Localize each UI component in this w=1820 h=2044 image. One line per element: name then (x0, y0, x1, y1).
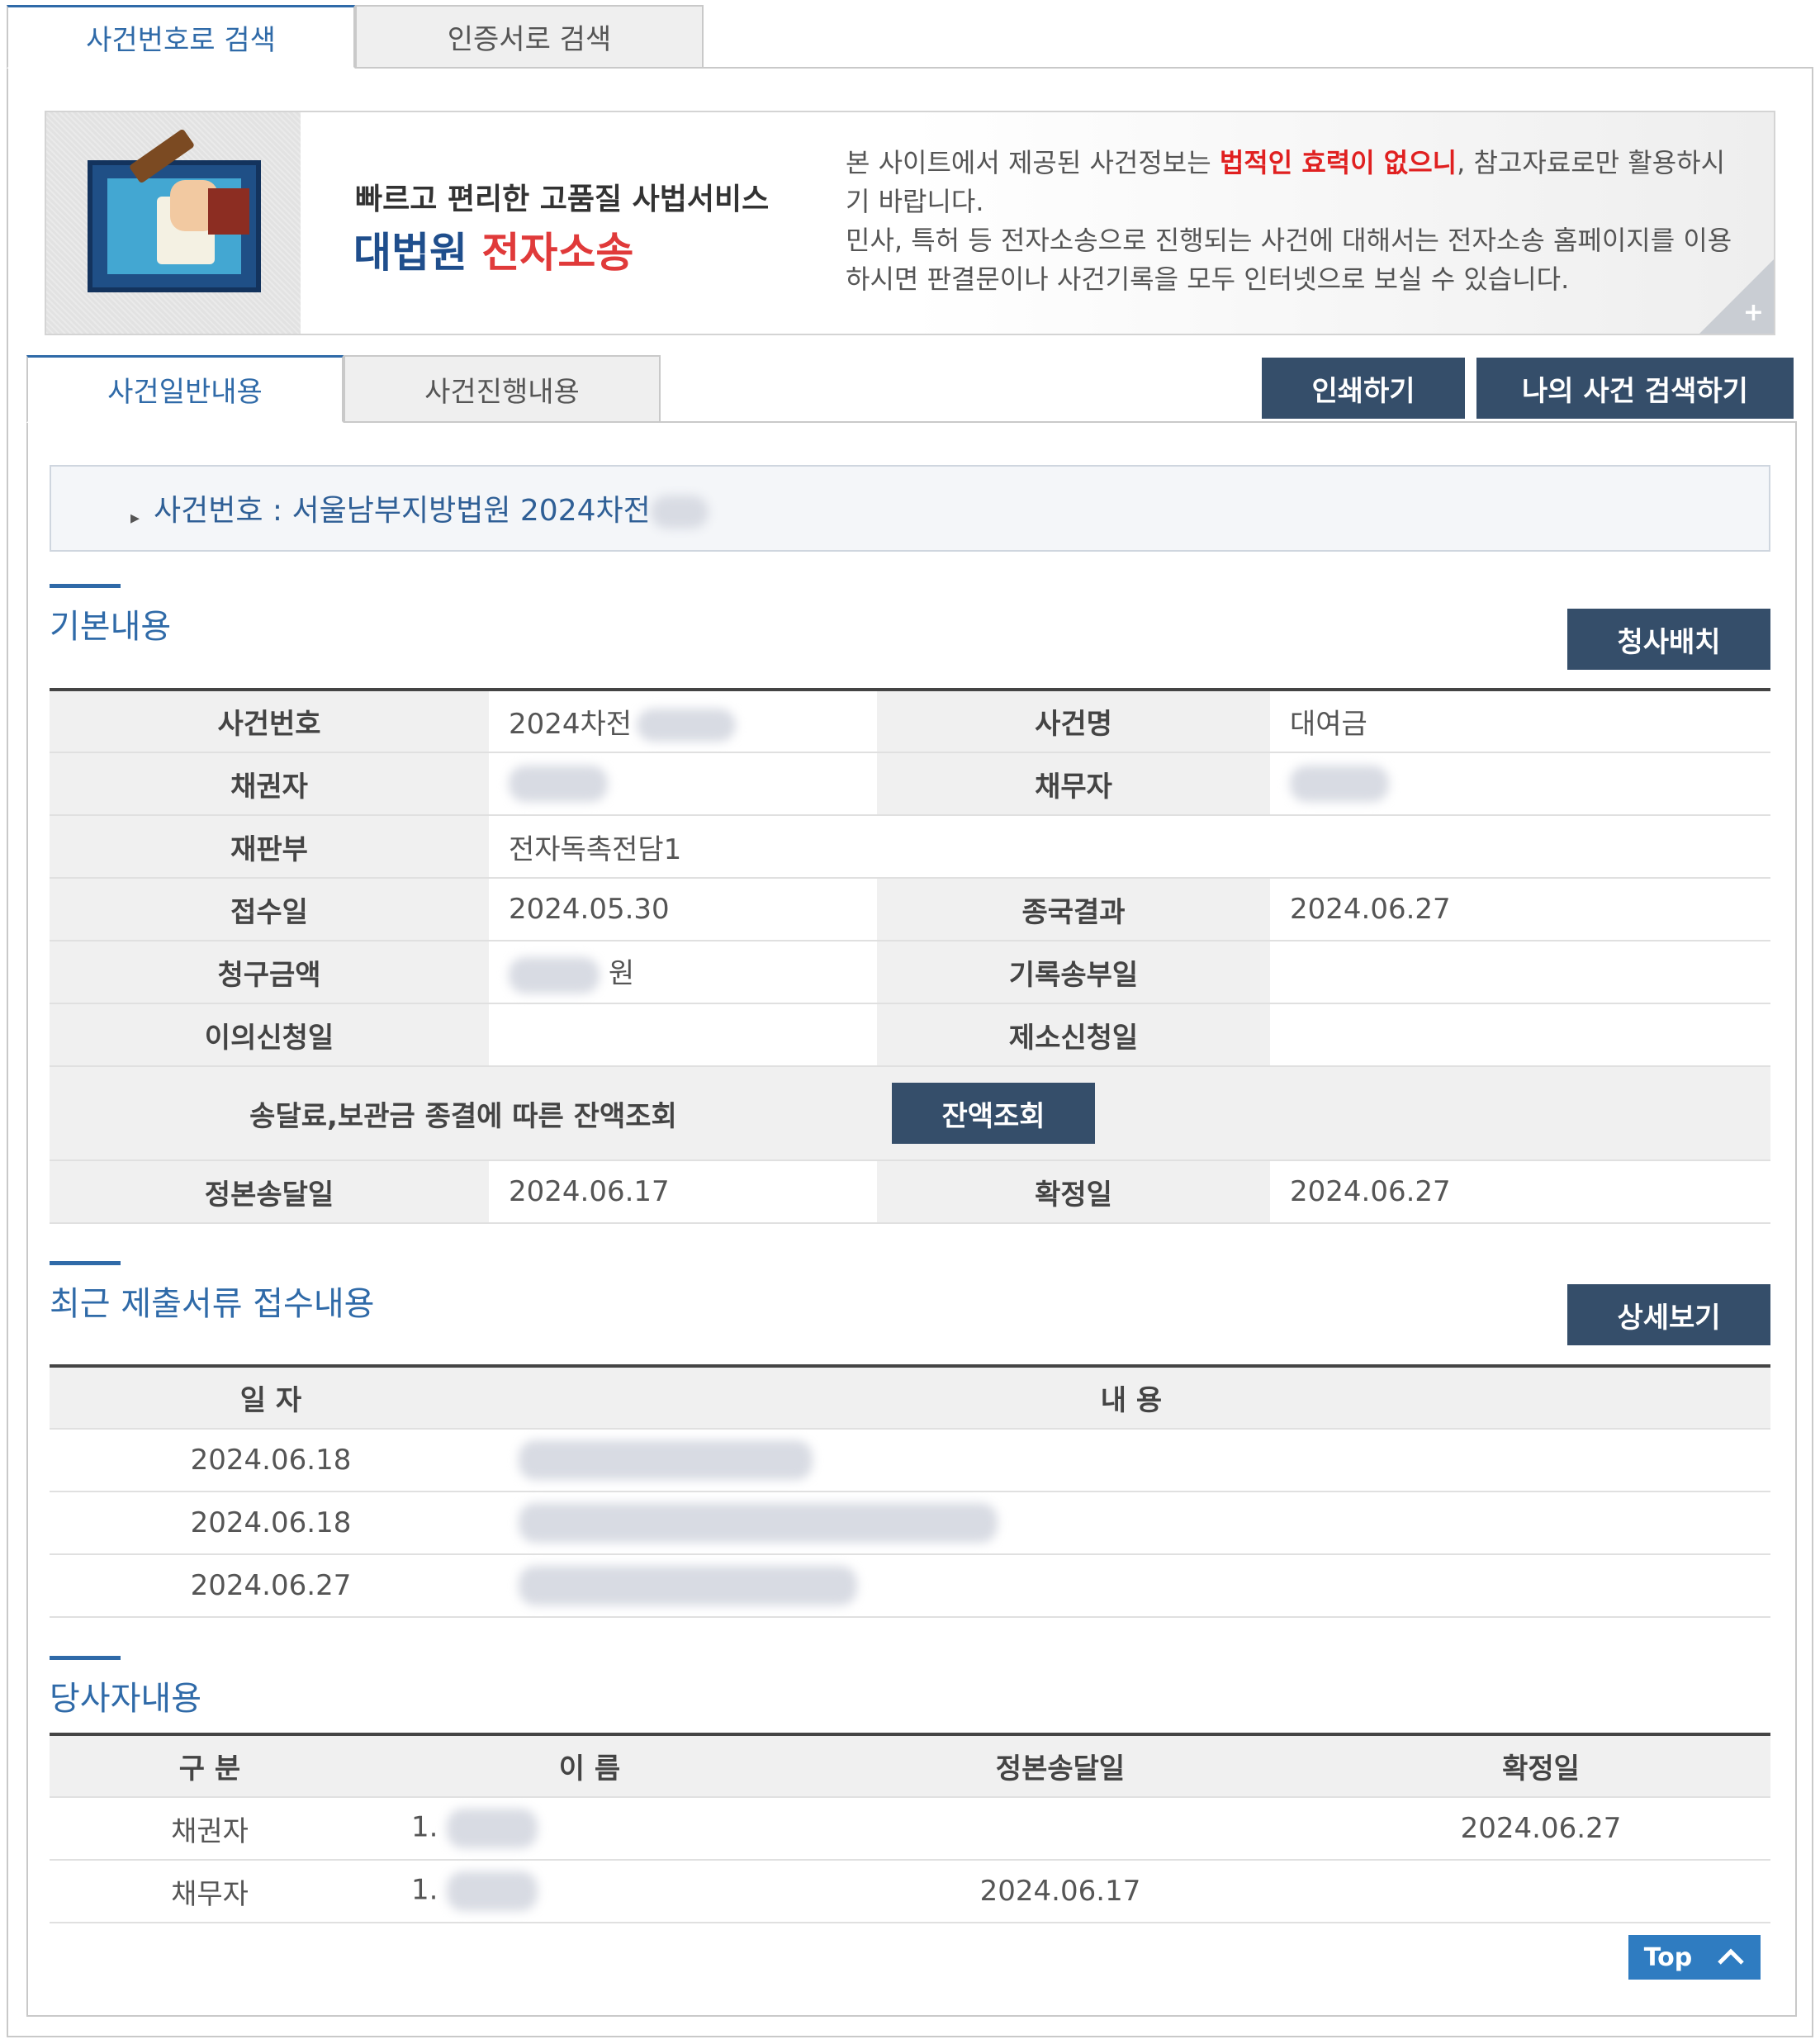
doc-date: 2024.06.18 (50, 1429, 492, 1492)
case-no-label: 사건번호 (50, 690, 489, 753)
doc-content (492, 1492, 1770, 1555)
case-number-bar: ▸ 사건번호 : 서울남부지방법원 2024차전 (50, 465, 1770, 552)
col-service-header: 정본송달일 (809, 1734, 1311, 1798)
court-label: 재판부 (50, 815, 489, 879)
balance-inquiry-label: 송달료,보관금 종결에 따른 잔액조회 (50, 1066, 877, 1161)
tab-case-general[interactable]: 사건일반내용 (26, 355, 344, 423)
party-service-date: 2024.06.17 (809, 1860, 1311, 1923)
table-row: 2024.06.27 (50, 1554, 1770, 1618)
my-case-search-button[interactable]: 나의 사건 검색하기 (1476, 358, 1794, 419)
documents-heading: 최근 제출서류 접수내용 (50, 1285, 375, 1323)
chevron-up-icon (1717, 1943, 1745, 1972)
scroll-top-button[interactable]: Top (1628, 1935, 1761, 1980)
doc-date: 2024.06.27 (50, 1554, 492, 1618)
section-line (50, 1261, 121, 1265)
party-type: 채권자 (50, 1797, 370, 1861)
search-mode-tabs: 사건번호로 검색 인증서로 검색 (7, 5, 704, 69)
claim-amount-value: 원 (489, 941, 877, 1004)
party-name: 1. (370, 1797, 809, 1861)
parties-table: 구 분 이 름 정본송달일 확정일 채권자 1. 2024.06.27 채무자 … (50, 1733, 1770, 1923)
court-value: 전자독촉전담1 (489, 815, 1770, 879)
confirm-date-label: 확정일 (877, 1160, 1270, 1224)
section-line (50, 584, 121, 588)
table-row: 채권자 1. 2024.06.27 (50, 1797, 1770, 1861)
ecourt-banner[interactable]: 빠르고 편리한 고품질 사법서비스 대법원 전자소송 본 사이트에서 제공된 사… (45, 111, 1775, 335)
case-name-value: 대여금 (1270, 690, 1770, 753)
col-confirm-header: 확정일 (1311, 1734, 1770, 1798)
banner-notice: 본 사이트에서 제공된 사건정보는 법적인 효력이 없으니, 참고자료로만 활용… (846, 147, 1732, 295)
case-info-tabs: 사건일반내용 사건진행내용 (26, 355, 661, 423)
banner-title: 대법원 전자소송 (353, 229, 634, 277)
basic-info-table: 사건번호 2024차전 사건명 대여금 채권자 채무자 재판부 전자독촉전담1 … (50, 688, 1770, 1224)
col-type-header: 구 분 (50, 1734, 370, 1798)
service-date-label: 정본송달일 (50, 1160, 489, 1224)
parties-heading: 당사자내용 (50, 1680, 201, 1718)
documents-table: 일 자 내 용 2024.06.18 2024.06.18 2024.06.27 (50, 1364, 1770, 1618)
dismissal-date-label: 제소신청일 (877, 1003, 1270, 1067)
receipt-date-value: 2024.05.30 (489, 878, 877, 941)
party-type: 채무자 (50, 1860, 370, 1923)
doc-date: 2024.06.18 (50, 1492, 492, 1555)
record-sent-value (1270, 941, 1770, 1004)
table-row: 채무자 1. 2024.06.17 (50, 1860, 1770, 1923)
banner-tagline: 빠르고 편리한 고품질 사법서비스 (355, 183, 770, 216)
doc-content (492, 1429, 1770, 1492)
doc-content (492, 1554, 1770, 1618)
col-date-header: 일 자 (50, 1366, 492, 1430)
final-result-label: 종국결과 (877, 878, 1270, 941)
building-layout-button[interactable]: 청사배치 (1567, 609, 1770, 670)
top-label: Top (1643, 1942, 1693, 1972)
table-row: 2024.06.18 (50, 1492, 1770, 1555)
final-result-value: 2024.06.27 (1270, 878, 1770, 941)
party-service-date (809, 1797, 1311, 1861)
case-no-value: 2024차전 (489, 690, 877, 753)
debtor-value (1270, 752, 1770, 816)
section-line (50, 1656, 121, 1660)
print-button[interactable]: 인쇄하기 (1262, 358, 1465, 419)
tab-case-number-search[interactable]: 사건번호로 검색 (7, 5, 355, 69)
service-date-value: 2024.06.17 (489, 1160, 877, 1224)
gavel-monitor-illustration (46, 112, 301, 334)
balance-inquiry-button[interactable]: 잔액조회 (892, 1083, 1095, 1144)
table-row: 2024.06.18 (50, 1429, 1770, 1492)
record-sent-label: 기록송부일 (877, 941, 1270, 1004)
creditor-label: 채권자 (50, 752, 489, 816)
party-confirm-date: 2024.06.27 (1311, 1797, 1770, 1861)
tab-certificate-search[interactable]: 인증서로 검색 (355, 5, 704, 69)
plus-icon[interactable]: + (1743, 298, 1764, 327)
case-number-text: 사건번호 : 서울남부지방법원 2024차전 (154, 486, 709, 529)
objection-date-label: 이의신청일 (50, 1003, 489, 1067)
objection-date-value (489, 1003, 877, 1067)
claim-amount-label: 청구금액 (50, 941, 489, 1004)
confirm-date-value: 2024.06.27 (1270, 1160, 1770, 1224)
debtor-label: 채무자 (877, 752, 1270, 816)
party-confirm-date (1311, 1860, 1770, 1923)
party-name: 1. (370, 1860, 809, 1923)
detail-view-button[interactable]: 상세보기 (1567, 1284, 1770, 1345)
case-name-label: 사건명 (877, 690, 1270, 753)
receipt-date-label: 접수일 (50, 878, 489, 941)
creditor-value (489, 752, 877, 816)
bullet-arrow-icon: ▸ (130, 508, 140, 529)
col-name-header: 이 름 (370, 1734, 809, 1798)
tab-case-progress[interactable]: 사건진행내용 (344, 355, 661, 423)
col-content-header: 내 용 (492, 1366, 1770, 1430)
dismissal-date-value (1270, 1003, 1770, 1067)
balance-inquiry-cell: 잔액조회 (877, 1066, 1770, 1161)
basic-info-heading: 기본내용 (50, 608, 172, 646)
